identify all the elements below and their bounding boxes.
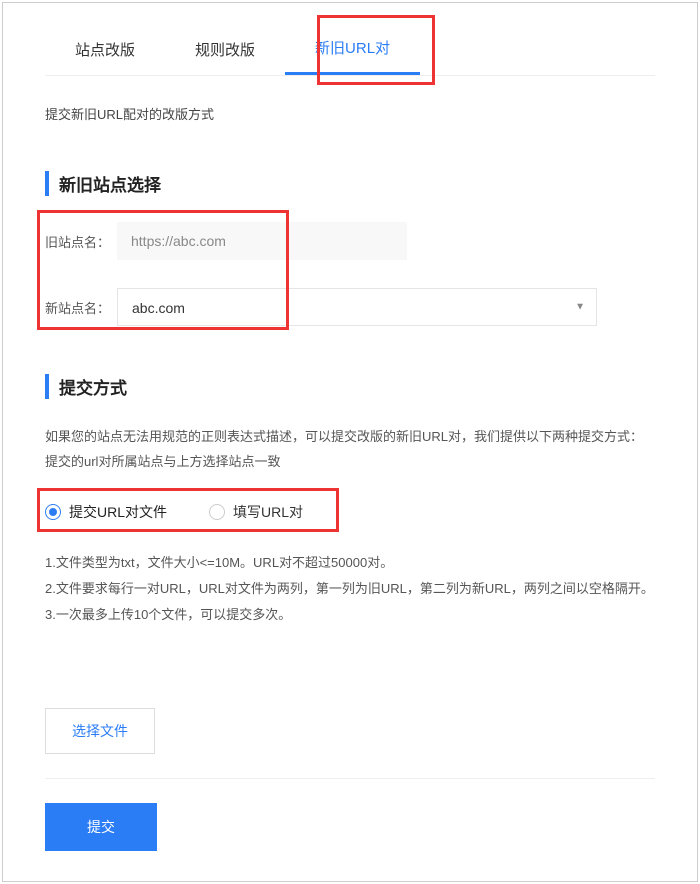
tabs: 站点改版 规则改版 新旧URL对 bbox=[45, 23, 655, 76]
section-title-submit-method: 提交方式 bbox=[45, 374, 655, 399]
radio-icon bbox=[209, 504, 225, 520]
radio-icon bbox=[45, 504, 61, 520]
submit-button[interactable]: 提交 bbox=[45, 803, 157, 851]
desc-line-1: 如果您的站点无法用规范的正则表达式描述，可以提交改版的新旧URL对，我们提供以下… bbox=[45, 425, 655, 450]
section-title-site-select: 新旧站点选择 bbox=[45, 171, 655, 196]
radio-label-fill: 填写URL对 bbox=[233, 502, 303, 522]
old-site-label: 旧站点名： bbox=[45, 232, 117, 251]
tab-rule[interactable]: 规则改版 bbox=[165, 23, 285, 75]
file-rules: 1.文件类型为txt，文件大小<=10M。URL对不超过50000对。 2.文件… bbox=[45, 550, 655, 628]
radio-label-upload: 提交URL对文件 bbox=[69, 502, 167, 522]
rule-1: 1.文件类型为txt，文件大小<=10M。URL对不超过50000对。 bbox=[45, 550, 655, 576]
rule-3: 3.一次最多上传10个文件，可以提交多次。 bbox=[45, 602, 655, 628]
submit-method-desc: 如果您的站点无法用规范的正则表达式描述，可以提交改版的新旧URL对，我们提供以下… bbox=[45, 425, 655, 474]
radio-fill-url[interactable]: 填写URL对 bbox=[209, 502, 303, 522]
radio-upload-file[interactable]: 提交URL对文件 bbox=[45, 502, 167, 522]
site-form: 旧站点名： https://abc.com 新站点名： abc.com ▼ bbox=[45, 222, 655, 326]
tab-site[interactable]: 站点改版 bbox=[45, 23, 165, 75]
new-site-label: 新站点名： bbox=[45, 298, 117, 317]
rule-2: 2.文件要求每行一对URL，URL对文件为两列，第一列为旧URL，第二列为新UR… bbox=[45, 576, 655, 602]
tab-urlpair[interactable]: 新旧URL对 bbox=[285, 23, 420, 75]
new-site-select[interactable]: abc.com bbox=[117, 288, 597, 326]
divider bbox=[45, 778, 655, 779]
intro-text: 提交新旧URL配对的改版方式 bbox=[45, 104, 655, 123]
desc-line-2: 提交的url对所属站点与上方选择站点一致 bbox=[45, 450, 655, 475]
old-site-value: https://abc.com bbox=[117, 222, 407, 260]
submit-method-radio-group: 提交URL对文件 填写URL对 bbox=[45, 494, 655, 530]
choose-file-button[interactable]: 选择文件 bbox=[45, 708, 155, 754]
